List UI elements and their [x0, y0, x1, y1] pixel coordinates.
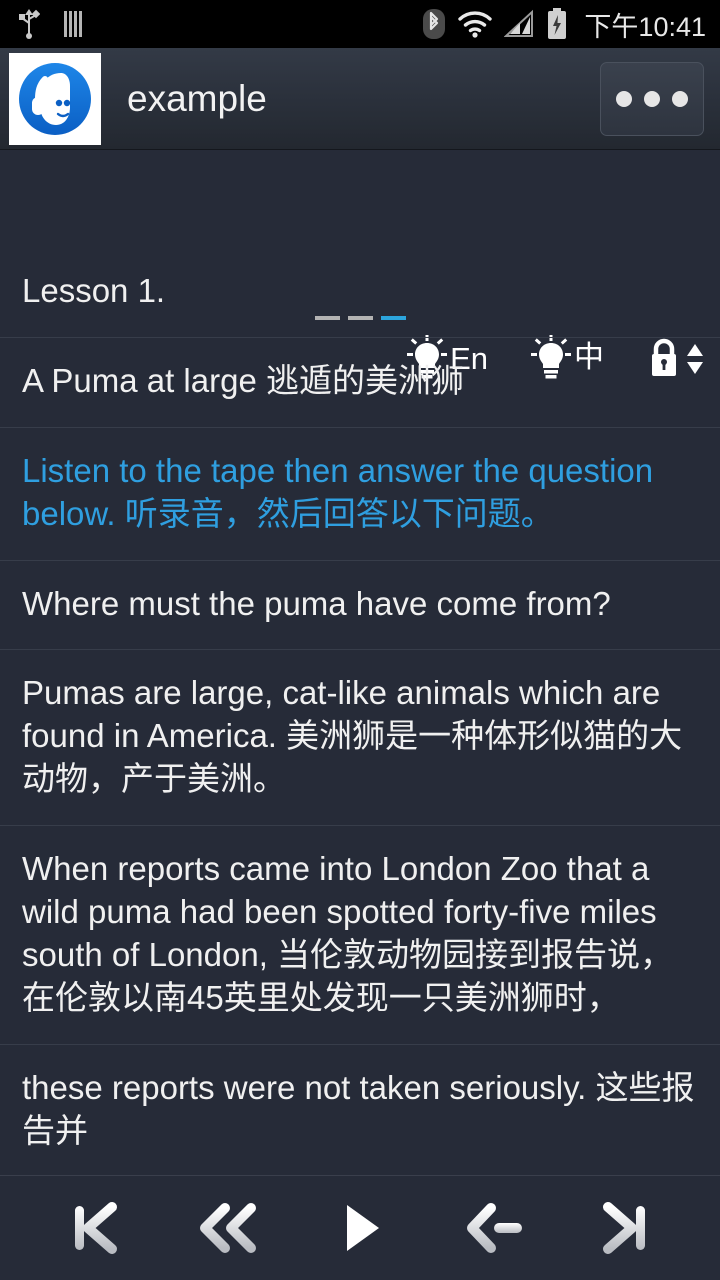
status-bar-right-icons: 下午10:41 — [422, 5, 706, 44]
lesson-text-list[interactable]: Lesson 1. A Puma at large 逃遁的美洲狮 Listen … — [0, 248, 720, 1175]
skip-next-icon — [602, 1202, 645, 1254]
bluetooth-icon — [423, 9, 446, 39]
phone-screen: 下午10:41 example En 中 Lesson 1. A Puma at… — [0, 0, 720, 1280]
vibrate-bars-icon — [64, 11, 82, 37]
overflow-dot — [644, 90, 660, 107]
list-item[interactable]: Listen to the tape then answer the quest… — [0, 428, 720, 561]
overflow-dot — [616, 90, 632, 107]
cellular-signal-icon — [504, 9, 534, 37]
list-item[interactable]: Pumas are large, cat-like animals which … — [0, 650, 720, 827]
battery-charging-icon — [548, 8, 567, 39]
play-button[interactable] — [312, 1189, 408, 1267]
skip-to-end-button[interactable] — [578, 1189, 674, 1267]
repeat-back-button[interactable] — [445, 1189, 541, 1267]
wifi-icon — [458, 11, 493, 38]
overflow-menu-button[interactable] — [600, 61, 704, 136]
list-item[interactable]: When reports came into London Zoo that a… — [0, 826, 720, 1045]
player-bar — [0, 1175, 720, 1280]
list-item[interactable]: these reports were not taken seriously. … — [0, 1045, 720, 1175]
skip-to-start-button[interactable] — [46, 1189, 142, 1267]
app-bar: example — [0, 48, 720, 150]
app-title: example — [127, 77, 267, 119]
list-item[interactable]: Where must the puma have come from? — [0, 561, 720, 651]
status-bar-clock: 下午10:41 — [584, 11, 706, 42]
list-item[interactable]: Lesson 1. — [0, 248, 720, 338]
arrow-left-icon — [466, 1203, 522, 1253]
play-icon — [346, 1205, 379, 1251]
rewind-double-arrow-icon — [200, 1203, 257, 1253]
rewind-button[interactable] — [179, 1189, 275, 1267]
list-item[interactable]: A Puma at large 逃遁的美洲狮 — [0, 338, 720, 428]
headphones-avatar-app-icon[interactable] — [9, 52, 101, 145]
lesson-toolbar: En 中 — [0, 150, 720, 379]
usb-icon — [19, 9, 40, 39]
skip-previous-icon — [75, 1202, 118, 1254]
overflow-dot — [672, 90, 688, 107]
status-bar-left-icons — [18, 7, 84, 41]
status-bar: 下午10:41 — [0, 0, 720, 48]
